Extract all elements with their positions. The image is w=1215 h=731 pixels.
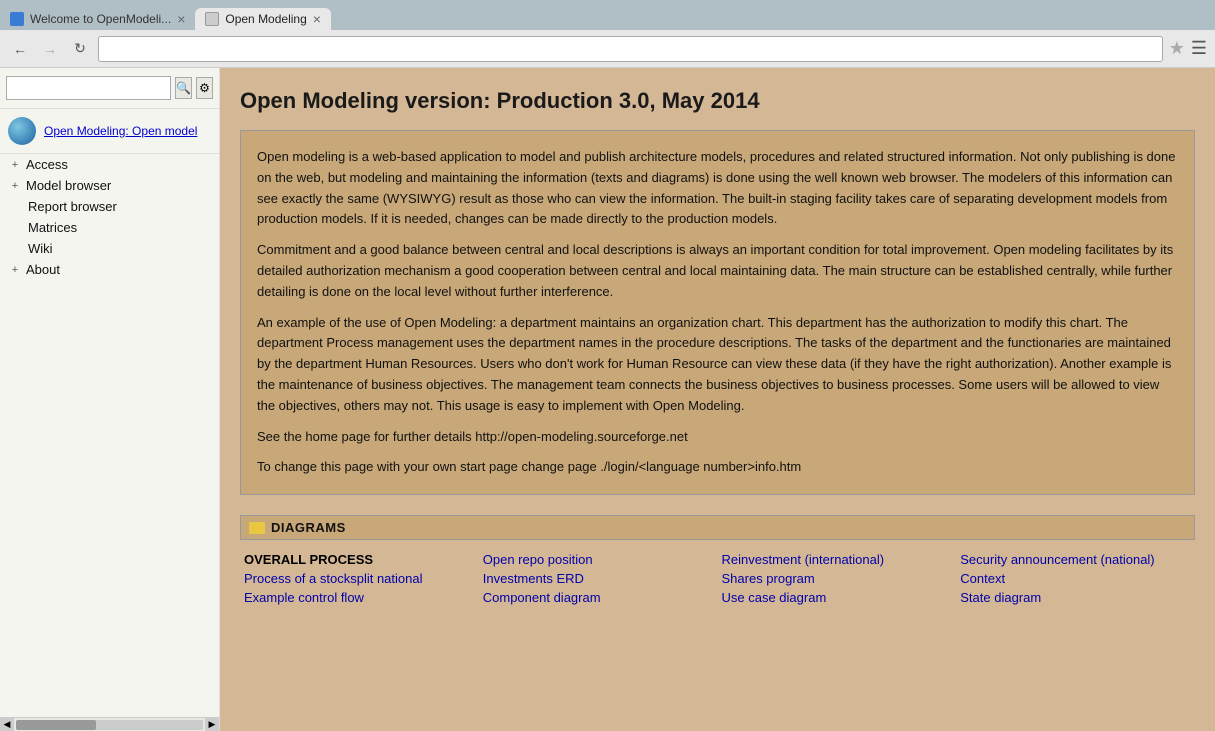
scrollbar-track[interactable] bbox=[16, 720, 203, 730]
para-2: Commitment and a good balance between ce… bbox=[257, 240, 1178, 302]
model-browser-expander[interactable]: + bbox=[8, 179, 22, 193]
browser-chrome: Welcome to OpenModeli... × Open Modeling… bbox=[0, 0, 1215, 68]
sidebar-item-matrices[interactable]: Matrices bbox=[0, 217, 219, 238]
diagram-link[interactable]: Investments ERD bbox=[483, 571, 714, 586]
scrollbar-thumb[interactable] bbox=[16, 720, 96, 730]
tab2-favicon bbox=[205, 12, 219, 26]
tab1-favicon bbox=[10, 12, 24, 26]
tab-1[interactable]: Welcome to OpenModeli... × bbox=[0, 8, 195, 30]
matrices-label: Matrices bbox=[28, 220, 211, 235]
folder-icon bbox=[249, 522, 265, 534]
tab-bar: Welcome to OpenModeli... × Open Modeling… bbox=[0, 0, 1215, 30]
sidebar: 🔍 ⚙ Open Modeling: Open model + Access +… bbox=[0, 68, 220, 731]
about-expander[interactable]: + bbox=[8, 263, 22, 277]
scroll-left-arrow[interactable]: ◀ bbox=[0, 718, 14, 731]
diagram-link[interactable]: Reinvestment (international) bbox=[722, 552, 953, 567]
para-4: See the home page for further details ht… bbox=[257, 427, 1178, 448]
main-layout: 🔍 ⚙ Open Modeling: Open model + Access +… bbox=[0, 68, 1215, 731]
diagrams-header: DIAGRAMS bbox=[240, 515, 1195, 540]
diagrams-section: DIAGRAMS OVERALL PROCESS Open repo positi… bbox=[240, 515, 1195, 617]
diagram-link[interactable]: Security announcement (national) bbox=[960, 552, 1191, 567]
sidebar-logo: Open Modeling: Open model bbox=[0, 109, 219, 154]
diagram-link[interactable]: Context bbox=[960, 571, 1191, 586]
sidebar-item-access[interactable]: + Access bbox=[0, 154, 219, 175]
reload-button[interactable]: ↻ bbox=[68, 37, 92, 61]
sidebar-scrollbar[interactable]: ◀ ▶ bbox=[0, 717, 219, 731]
sidebar-search-input[interactable] bbox=[6, 76, 171, 100]
tab1-label: Welcome to OpenModeli... bbox=[30, 12, 171, 26]
diagram-link[interactable]: OVERALL PROCESS bbox=[244, 552, 475, 567]
sidebar-item-model-browser[interactable]: + Model browser bbox=[0, 175, 219, 196]
back-button[interactable]: ← bbox=[8, 37, 32, 61]
diagram-link[interactable]: State diagram bbox=[960, 590, 1191, 605]
diagrams-title: DIAGRAMS bbox=[271, 520, 346, 535]
about-label: About bbox=[26, 262, 211, 277]
tab2-label: Open Modeling bbox=[225, 12, 306, 26]
logo-link[interactable]: Open Modeling: Open model bbox=[44, 124, 197, 138]
logo-icon bbox=[8, 117, 36, 145]
report-browser-label: Report browser bbox=[28, 199, 211, 214]
para-3: An example of the use of Open Modeling: … bbox=[257, 313, 1178, 417]
menu-button[interactable]: ☰ bbox=[1191, 38, 1207, 59]
content-area: Open Modeling version: Production 3.0, M… bbox=[220, 68, 1215, 731]
diagrams-grid: OVERALL PROCESS Open repo position Reinves… bbox=[240, 540, 1195, 617]
sidebar-search-area: 🔍 ⚙ bbox=[0, 68, 219, 109]
wiki-label: Wiki bbox=[28, 241, 211, 256]
diagram-link[interactable]: Component diagram bbox=[483, 590, 714, 605]
forward-button[interactable]: → bbox=[38, 37, 62, 61]
para-1: Open modeling is a web-based application… bbox=[257, 147, 1178, 230]
description-box: Open modeling is a web-based application… bbox=[240, 130, 1195, 495]
diagram-link[interactable]: Process of a stocksplit national bbox=[244, 571, 475, 586]
tab2-close[interactable]: × bbox=[313, 12, 321, 26]
search-options-button[interactable]: ⚙ bbox=[196, 77, 213, 99]
model-browser-label: Model browser bbox=[26, 178, 211, 193]
search-button[interactable]: 🔍 bbox=[175, 77, 192, 99]
access-label: Access bbox=[26, 157, 211, 172]
page-title: Open Modeling version: Production 3.0, M… bbox=[240, 88, 1195, 114]
scroll-right-arrow[interactable]: ▶ bbox=[205, 718, 219, 731]
sidebar-item-report-browser[interactable]: Report browser bbox=[0, 196, 219, 217]
diagram-link[interactable]: Example control flow bbox=[244, 590, 475, 605]
tab-2[interactable]: Open Modeling × bbox=[195, 8, 331, 30]
access-expander[interactable]: + bbox=[8, 158, 22, 172]
url-input[interactable]: localhost:8080/om30a/index.htm bbox=[98, 36, 1163, 62]
diagram-link[interactable]: Shares program bbox=[722, 571, 953, 586]
bookmark-button[interactable]: ★ bbox=[1169, 38, 1185, 59]
sidebar-item-about[interactable]: + About bbox=[0, 259, 219, 280]
para-5: To change this page with your own start … bbox=[257, 457, 1178, 478]
address-bar: ← → ↻ localhost:8080/om30a/index.htm ★ ☰ bbox=[0, 30, 1215, 68]
diagram-link[interactable]: Open repo position bbox=[483, 552, 714, 567]
diagram-link[interactable]: Use case diagram bbox=[722, 590, 953, 605]
tab1-close[interactable]: × bbox=[177, 12, 185, 26]
sidebar-item-wiki[interactable]: Wiki bbox=[0, 238, 219, 259]
